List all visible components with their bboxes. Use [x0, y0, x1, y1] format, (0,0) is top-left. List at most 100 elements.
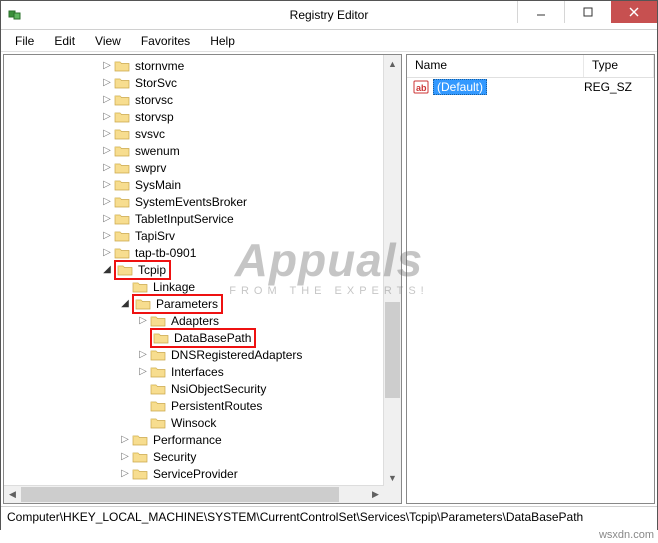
tree-node[interactable]: ▷ tap-tb-0901 — [4, 244, 401, 261]
tree-node[interactable]: Winsock — [4, 414, 401, 431]
expand-icon[interactable]: ▷ — [100, 75, 114, 91]
tree-node[interactable]: ▷ storvsc — [4, 91, 401, 108]
tree-node-label[interactable]: DNSRegisteredAdapters — [169, 347, 304, 363]
tree-node-label[interactable]: Adapters — [169, 313, 221, 329]
tree-node[interactable]: ▷ ServiceProvider — [4, 465, 401, 482]
expand-icon[interactable]: ▷ — [100, 58, 114, 74]
minimize-button[interactable] — [517, 1, 564, 23]
tree-node[interactable]: ▷ Performance — [4, 431, 401, 448]
expand-icon[interactable]: ▷ — [100, 126, 114, 142]
folder-icon — [114, 195, 130, 209]
scroll-up-icon[interactable]: ▲ — [384, 55, 401, 72]
tree-node[interactable]: DataBasePath — [4, 329, 401, 346]
collapse-icon[interactable]: ◢ — [118, 296, 132, 312]
tree-node[interactable]: ▷ Adapters — [4, 312, 401, 329]
tree-node-label[interactable]: SystemEventsBroker — [133, 194, 249, 210]
tree-node-label[interactable]: TapiSrv — [133, 228, 177, 244]
column-header-type[interactable]: Type — [584, 55, 654, 77]
tree-node-label[interactable]: TabletInputService — [133, 211, 236, 227]
menu-file[interactable]: File — [5, 32, 44, 50]
tree-scrollbar-vertical[interactable]: ▲ ▼ — [383, 55, 401, 486]
main-area: ▷stornvme▷StorSvc▷storvsc▷storvsp▷svsvc▷… — [1, 52, 657, 506]
scroll-thumb-v[interactable] — [385, 302, 400, 397]
expand-icon[interactable]: ▷ — [100, 228, 114, 244]
values-header: Name Type — [407, 55, 654, 78]
tree-scrollbar-horizontal[interactable]: ◀ ▶ — [4, 485, 384, 503]
expand-icon[interactable]: ▷ — [100, 143, 114, 159]
tree-node-label[interactable]: swenum — [133, 143, 182, 159]
value-row[interactable]: ab (Default) REG_SZ — [407, 78, 654, 96]
tree-node[interactable]: ▷ Security — [4, 448, 401, 465]
expand-icon[interactable]: ▷ — [118, 466, 132, 482]
tree-node[interactable]: ▷ SystemEventsBroker — [4, 193, 401, 210]
expand-icon[interactable]: ▷ — [100, 245, 114, 261]
tree-node-label[interactable]: NsiObjectSecurity — [169, 381, 268, 397]
tree-node[interactable]: ▷ swprv — [4, 159, 401, 176]
value-type: REG_SZ — [584, 80, 654, 94]
tree-node-label[interactable]: Performance — [151, 432, 224, 448]
expand-icon[interactable]: ▷ — [136, 313, 150, 329]
scroll-thumb-h[interactable] — [21, 487, 339, 502]
tree-node[interactable]: ▷ TapiSrv — [4, 227, 401, 244]
menu-view[interactable]: View — [85, 32, 131, 50]
statusbar-path: Computer\HKEY_LOCAL_MACHINE\SYSTEM\Curre… — [7, 510, 583, 524]
column-header-name[interactable]: Name — [407, 55, 584, 77]
tree-node-label[interactable]: Winsock — [169, 415, 218, 431]
expand-icon[interactable]: ▷ — [100, 211, 114, 227]
tree-node[interactable]: ▷ swenum — [4, 142, 401, 159]
menu-edit[interactable]: Edit — [44, 32, 85, 50]
tree-node-label[interactable]: Interfaces — [169, 364, 226, 380]
tree-node[interactable]: ▷ stornvme — [4, 57, 401, 74]
tree-node-label[interactable]: storvsp — [133, 109, 176, 125]
maximize-button[interactable] — [564, 1, 611, 23]
tree-node[interactable]: ▷ DNSRegisteredAdapters — [4, 346, 401, 363]
tree-node[interactable]: ▷ StorSvc — [4, 74, 401, 91]
tree-node[interactable]: NsiObjectSecurity — [4, 380, 401, 397]
scroll-right-icon[interactable]: ▶ — [367, 486, 384, 503]
value-name[interactable]: (Default) — [433, 79, 487, 95]
titlebar: Registry Editor — [1, 1, 657, 30]
expand-icon[interactable]: ▷ — [118, 432, 132, 448]
expand-icon[interactable]: ▷ — [136, 364, 150, 380]
tree-node[interactable]: PersistentRoutes — [4, 397, 401, 414]
tree-node[interactable]: Linkage — [4, 278, 401, 295]
tree-node-label[interactable]: stornvme — [133, 58, 186, 74]
tree-node-label[interactable]: tap-tb-0901 — [133, 245, 198, 261]
tree-node-label[interactable]: ServiceProvider — [151, 466, 240, 482]
tree-node-label[interactable]: StorSvc — [133, 75, 179, 91]
collapse-icon[interactable]: ◢ — [100, 262, 114, 278]
highlight-box: DataBasePath — [150, 328, 256, 348]
tree-node-label[interactable]: storvsc — [133, 92, 175, 108]
tree-node-label[interactable]: svsvc — [133, 126, 167, 142]
tree-node-label[interactable]: PersistentRoutes — [169, 398, 264, 414]
tree-node-label[interactable]: Parameters — [154, 296, 220, 312]
folder-icon — [150, 365, 166, 379]
menu-favorites[interactable]: Favorites — [131, 32, 200, 50]
scroll-down-icon[interactable]: ▼ — [384, 469, 401, 486]
tree-node[interactable]: ▷ Interfaces — [4, 363, 401, 380]
tree-node[interactable]: ◢ Parameters — [4, 295, 401, 312]
tree-node[interactable]: ◢ Tcpip — [4, 261, 401, 278]
tree-node[interactable]: ▷ storvsp — [4, 108, 401, 125]
tree-node-label[interactable]: Tcpip — [136, 262, 168, 278]
tree-node-label[interactable]: Security — [151, 449, 198, 465]
expand-icon[interactable]: ▷ — [100, 160, 114, 176]
expand-icon[interactable]: ▷ — [100, 194, 114, 210]
expand-icon[interactable]: ▷ — [136, 347, 150, 363]
scroll-left-icon[interactable]: ◀ — [4, 486, 21, 503]
expand-icon[interactable]: ▷ — [100, 109, 114, 125]
tree-node[interactable]: ▷ svsvc — [4, 125, 401, 142]
tree-node-label[interactable]: swprv — [133, 160, 168, 176]
close-button[interactable] — [611, 1, 657, 23]
expand-icon[interactable]: ▷ — [100, 177, 114, 193]
tree-node-label[interactable]: DataBasePath — [172, 330, 253, 346]
menu-help[interactable]: Help — [200, 32, 245, 50]
tree-node[interactable]: ▷ SysMain — [4, 176, 401, 193]
tree-node[interactable]: ▷ TabletInputService — [4, 210, 401, 227]
tree-node-label[interactable]: Linkage — [151, 279, 197, 295]
folder-icon — [150, 382, 166, 396]
expand-icon[interactable]: ▷ — [100, 92, 114, 108]
tree-node-label[interactable]: SysMain — [133, 177, 183, 193]
registry-tree[interactable]: ▷stornvme▷StorSvc▷storvsc▷storvsp▷svsvc▷… — [4, 55, 401, 482]
expand-icon[interactable]: ▷ — [118, 449, 132, 465]
